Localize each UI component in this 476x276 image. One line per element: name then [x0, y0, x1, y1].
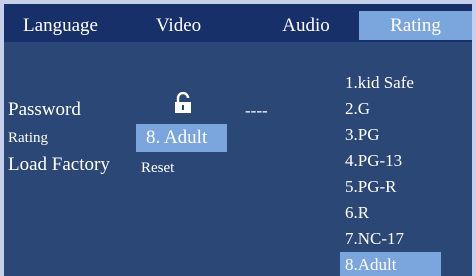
tab-audio[interactable]: Audio: [256, 11, 356, 40]
rating-option[interactable]: 4.PG-13: [340, 148, 441, 174]
rating-option[interactable]: 7.NC-17: [340, 226, 441, 252]
tab-language[interactable]: Language: [4, 11, 117, 40]
rating-option[interactable]: 1.kid Safe: [340, 70, 441, 96]
rating-option[interactable]: 2.G: [340, 96, 441, 122]
tab-bar: Language Video Audio Rating: [4, 4, 472, 42]
password-value[interactable]: ----: [245, 101, 268, 121]
dvd-setup-menu: Language Video Audio Rating Password ---…: [0, 0, 476, 276]
menu-panel: Language Video Audio Rating Password ---…: [4, 4, 472, 276]
tab-rating[interactable]: Rating: [359, 11, 472, 40]
reset-option[interactable]: Reset: [141, 160, 174, 177]
rating-option[interactable]: 3.PG: [340, 122, 441, 148]
rating-option-selected[interactable]: 8.Adult: [340, 252, 441, 276]
rating-label: Rating: [8, 130, 48, 146]
tab-video[interactable]: Video: [125, 11, 232, 40]
password-label: Password: [8, 99, 81, 120]
rating-current-value[interactable]: 8. Adult: [136, 124, 227, 152]
rating-option[interactable]: 6.R: [340, 200, 441, 226]
rating-option[interactable]: 5.PG-R: [340, 174, 441, 200]
unlocked-padlock-icon[interactable]: [174, 91, 192, 114]
load-factory-label: Load Factory: [8, 154, 110, 175]
